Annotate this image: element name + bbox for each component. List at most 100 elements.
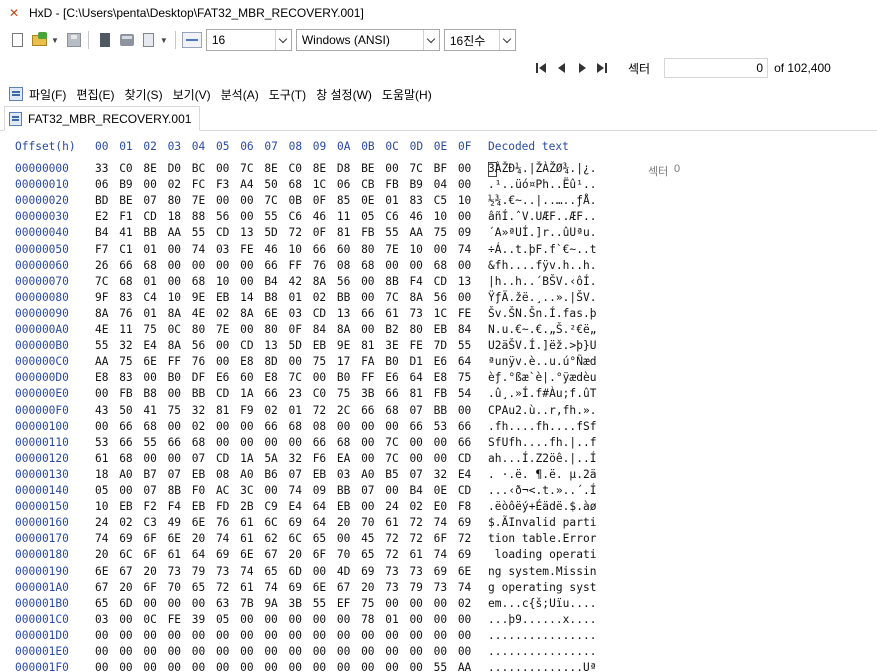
hex-byte[interactable]: 68 (119, 452, 143, 465)
hex-byte[interactable]: 01 (143, 243, 167, 256)
hex-byte[interactable]: 67 (95, 581, 119, 594)
hex-byte[interactable]: 88 (192, 210, 216, 223)
hex-byte[interactable]: 00 (264, 645, 288, 658)
hex-byte[interactable]: 68 (289, 178, 313, 191)
hex-byte[interactable]: 69 (458, 548, 482, 561)
hex-byte[interactable]: 7C (385, 291, 409, 304)
hex-byte[interactable]: 03 (95, 613, 119, 626)
tools-button[interactable] (139, 30, 159, 50)
hex-byte[interactable]: 00 (409, 613, 433, 626)
hex-byte[interactable]: 7C (385, 452, 409, 465)
hex-byte[interactable]: 68 (434, 259, 458, 272)
hex-byte[interactable]: 50 (264, 178, 288, 191)
hex-byte[interactable]: 07 (361, 484, 385, 497)
hex-byte[interactable]: 09 (458, 226, 482, 239)
hex-byte[interactable]: 72 (385, 532, 409, 545)
hex-byte[interactable]: 73 (409, 565, 433, 578)
hex-byte[interactable]: 3B (361, 387, 385, 400)
row-decoded-text[interactable]: SfUfh....fh.|..f (488, 436, 597, 449)
row-hex-bytes[interactable]: 8A 76 01 8A 4E 02 8A 6E 03 CD 13 66 61 73 1C FE (95, 307, 482, 320)
hex-byte[interactable]: 7C (95, 275, 119, 288)
hex-byte[interactable]: 00 (289, 436, 313, 449)
hex-byte[interactable]: 00 (289, 661, 313, 672)
row-decoded-text[interactable]: âñÍ.ˆV.UÆF..ÆF.. (488, 210, 597, 223)
hex-byte[interactable]: 00 (458, 404, 482, 417)
hex-byte[interactable]: CD (216, 387, 240, 400)
hex-byte[interactable]: 00 (385, 420, 409, 433)
hex-byte[interactable]: 5D (289, 339, 313, 352)
hex-byte[interactable]: 66 (119, 259, 143, 272)
hex-byte[interactable]: 00 (385, 484, 409, 497)
hex-byte[interactable]: 81 (337, 226, 361, 239)
hex-byte[interactable]: FC (192, 178, 216, 191)
hex-byte[interactable]: B8 (143, 387, 167, 400)
hex-byte[interactable]: 00 (361, 452, 385, 465)
hex-byte[interactable]: 5A (264, 452, 288, 465)
row-decoded-text[interactable]: N.u.€~.€.„Š.²€ë„ (488, 323, 597, 336)
hex-byte[interactable]: CD (216, 226, 240, 239)
hex-byte[interactable]: 66 (458, 436, 482, 449)
hex-byte[interactable]: 00 (119, 645, 143, 658)
hex-byte[interactable]: 13 (458, 275, 482, 288)
hex-byte[interactable]: B0 (168, 371, 192, 384)
hex-byte[interactable]: 7C (409, 162, 433, 175)
hex-byte[interactable]: E8 (95, 371, 119, 384)
hex-byte[interactable]: 26 (95, 259, 119, 272)
hex-byte[interactable]: 9E (337, 339, 361, 352)
hex-byte[interactable]: 00 (264, 484, 288, 497)
row-hex-bytes[interactable]: F7 C1 01 00 74 03 FE 46 10 66 60 80 7E 10 00 74 (95, 243, 482, 256)
hex-byte[interactable]: 05 (216, 613, 240, 626)
hex-byte[interactable]: B6 (264, 468, 288, 481)
hex-byte[interactable]: 05 (361, 210, 385, 223)
menu-edit[interactable]: 편집(E) (76, 86, 114, 103)
hex-byte[interactable]: 81 (361, 339, 385, 352)
row-hex-bytes[interactable]: 00 00 00 00 00 00 00 00 00 00 00 00 00 00 00 00 (95, 645, 482, 658)
row-hex-bytes[interactable]: 00 FB B8 00 BB CD 1A 66 23 C0 75 3B 66 81 FB 54 (95, 387, 482, 400)
hex-byte[interactable]: 00 (337, 661, 361, 672)
row-decoded-text[interactable]: &fh....fÿv.h..h. (488, 259, 597, 272)
row-decoded-text[interactable]: èƒ.°ßæ`è|.°ÿædèu (488, 371, 597, 384)
hex-byte[interactable]: 55 (434, 661, 458, 672)
hex-byte[interactable]: 7C (240, 162, 264, 175)
hex-byte[interactable]: EB (216, 291, 240, 304)
open-ram-button[interactable] (95, 30, 115, 50)
hex-byte[interactable]: 6F (313, 548, 337, 561)
hex-byte[interactable]: 72 (458, 532, 482, 545)
hex-byte[interactable]: 00 (289, 645, 313, 658)
hex-byte[interactable]: D8 (337, 162, 361, 175)
hex-byte[interactable]: F7 (95, 243, 119, 256)
hex-byte[interactable]: E0 (434, 500, 458, 513)
hex-byte[interactable]: 7C (264, 194, 288, 207)
hex-byte[interactable]: 13 (337, 307, 361, 320)
hex-byte[interactable]: 6F (143, 548, 167, 561)
hex-byte[interactable]: 6D (119, 597, 143, 610)
hex-byte[interactable]: E4 (143, 339, 167, 352)
hex-byte[interactable]: 66 (361, 404, 385, 417)
open-file-button[interactable] (30, 30, 50, 50)
hex-byte[interactable]: 61 (409, 548, 433, 561)
hex-byte[interactable]: 6E (192, 516, 216, 529)
hex-byte[interactable]: 62 (264, 532, 288, 545)
hex-byte[interactable]: 69 (289, 516, 313, 529)
hex-byte[interactable]: 68 (385, 404, 409, 417)
hex-byte[interactable]: 73 (385, 565, 409, 578)
row-decoded-text[interactable]: ah...Í.Z2öê.|..Í (488, 452, 597, 465)
hex-byte[interactable]: 20 (119, 581, 143, 594)
hex-byte[interactable]: 00 (361, 629, 385, 642)
hex-byte[interactable]: 00 (361, 645, 385, 658)
hex-byte[interactable]: 20 (361, 581, 385, 594)
hex-byte[interactable]: 0C (168, 323, 192, 336)
hex-byte[interactable]: F1 (119, 210, 143, 223)
hex-byte[interactable]: B4 (264, 275, 288, 288)
hex-byte[interactable]: 32 (434, 468, 458, 481)
hex-byte[interactable]: 54 (458, 387, 482, 400)
hex-byte[interactable]: C3 (143, 516, 167, 529)
hex-byte[interactable]: 00 (458, 613, 482, 626)
hex-byte[interactable]: F6 (313, 452, 337, 465)
row-hex-bytes[interactable]: BD BE 07 80 7E 00 00 7C 0B 0F 85 0E 01 83 C5 10 (95, 194, 482, 207)
hex-byte[interactable]: 00 (361, 436, 385, 449)
hex-byte[interactable]: 8A (313, 275, 337, 288)
hex-byte[interactable]: 00 (216, 194, 240, 207)
hex-byte[interactable]: 00 (458, 645, 482, 658)
hex-byte[interactable]: 55 (313, 597, 337, 610)
